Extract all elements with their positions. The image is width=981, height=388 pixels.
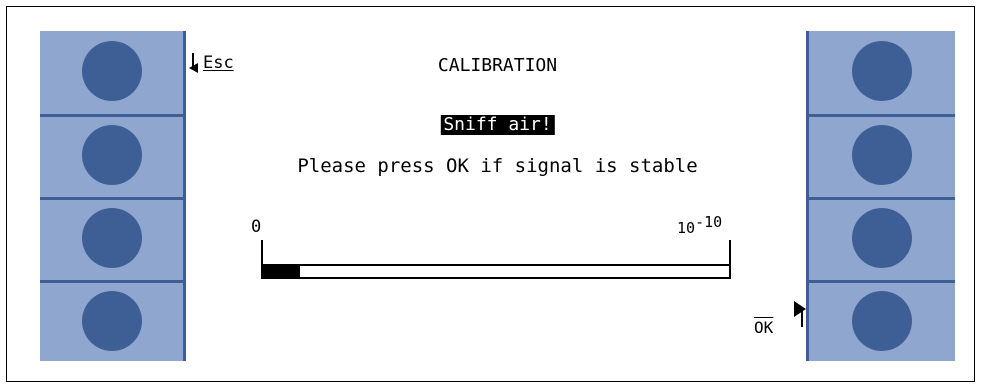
- signal-bar-track: [263, 264, 729, 277]
- softkey-right-4[interactable]: [809, 280, 955, 359]
- softkey-right-2[interactable]: [809, 114, 955, 193]
- softkey-left-1-button[interactable]: [81, 40, 142, 101]
- page-title: CALIBRATION: [437, 55, 558, 76]
- right-softkey-panel: [806, 31, 955, 361]
- scale-max-base: 10: [677, 219, 696, 237]
- left-softkey-panel: [40, 31, 186, 361]
- ok-softkey-label[interactable]: OK: [754, 301, 806, 341]
- scale-max-label: 10-10: [677, 213, 722, 238]
- signal-bar-fill: [263, 266, 301, 277]
- arrow-right-icon: [794, 301, 806, 327]
- signal-bar: [261, 240, 731, 279]
- softkey-right-1-button[interactable]: [852, 40, 912, 101]
- scale-max-exponent: -10: [695, 213, 723, 231]
- softkey-left-4[interactable]: [40, 280, 183, 359]
- softkey-left-3-button[interactable]: [81, 208, 142, 268]
- softkey-right-2-button[interactable]: [852, 125, 912, 185]
- softkey-right-4-button[interactable]: [852, 291, 912, 351]
- softkey-left-1[interactable]: [40, 31, 183, 110]
- softkey-right-1[interactable]: [809, 31, 955, 110]
- softkey-left-3[interactable]: [40, 197, 183, 276]
- instruction-badge: Sniff air!: [440, 115, 555, 135]
- display-screen: Esc CALIBRATION Sniff air! Please press …: [189, 31, 806, 361]
- softkey-left-2-button[interactable]: [81, 125, 142, 185]
- instruction-message: Please press OK if signal is stable: [297, 155, 698, 177]
- softkey-left-2[interactable]: [40, 114, 183, 193]
- signal-bar-right-tick: [729, 240, 731, 279]
- softkey-left-4-button[interactable]: [81, 291, 142, 351]
- scale-min-label: 0: [251, 217, 262, 237]
- ok-label: OK: [754, 318, 774, 337]
- softkey-right-3[interactable]: [809, 197, 955, 276]
- softkey-right-3-button[interactable]: [852, 208, 912, 268]
